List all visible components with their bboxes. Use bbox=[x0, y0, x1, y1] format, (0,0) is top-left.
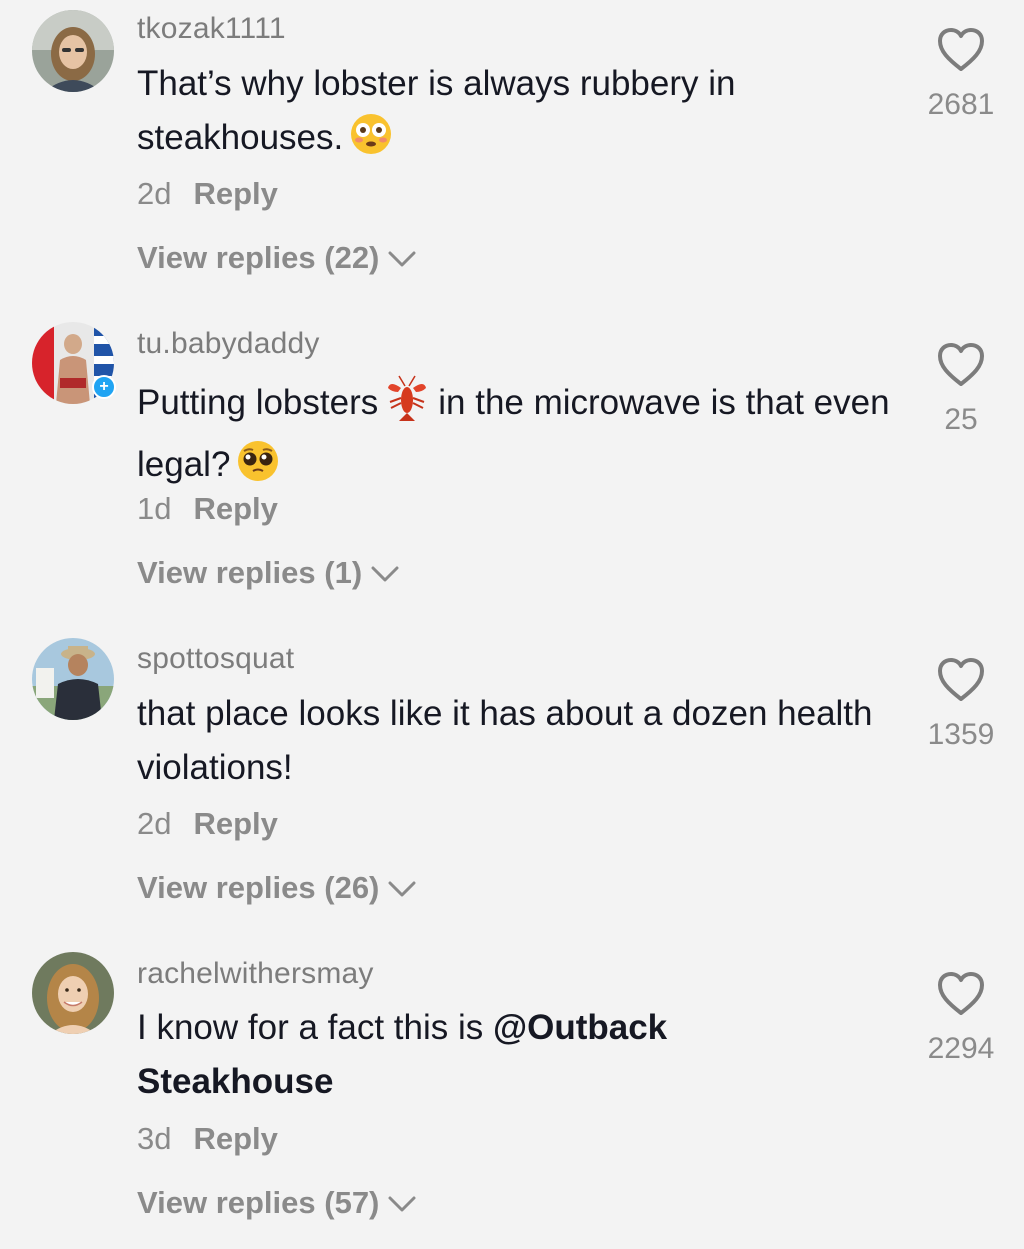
heart-icon bbox=[906, 342, 1016, 393]
like-count: 2294 bbox=[927, 1032, 995, 1065]
chevron-down-icon bbox=[387, 870, 417, 906]
heart-icon bbox=[906, 657, 1016, 708]
comment-username[interactable]: spottosquat bbox=[137, 642, 294, 676]
comment-meta: 3d Reply bbox=[137, 1121, 278, 1157]
comment-body: I know for a fact this is bbox=[137, 1008, 484, 1047]
chevron-down-icon bbox=[387, 240, 417, 276]
reply-button[interactable]: Reply bbox=[193, 491, 277, 526]
lobster-icon bbox=[384, 374, 430, 438]
comment-age: 1d bbox=[137, 491, 172, 526]
comment-text: I know for a fact this is @Outback Steak… bbox=[137, 1001, 737, 1109]
comment-body: that place looks like it has about a doz… bbox=[137, 694, 873, 787]
view-replies-button[interactable]: View replies (57) bbox=[137, 1185, 417, 1221]
chevron-down-icon bbox=[387, 1185, 417, 1221]
reply-button[interactable]: Reply bbox=[193, 806, 277, 841]
comment-meta: 2d Reply bbox=[137, 176, 278, 212]
view-replies-label: View replies (57) bbox=[137, 1185, 380, 1220]
heart-icon bbox=[906, 971, 1016, 1022]
comment-username[interactable]: tu.babydaddy bbox=[137, 327, 320, 361]
view-replies-label: View replies (26) bbox=[137, 870, 380, 905]
avatar[interactable] bbox=[32, 952, 114, 1034]
view-replies-button[interactable]: View replies (26) bbox=[137, 870, 417, 906]
comment-age: 3d bbox=[137, 1121, 172, 1156]
like-button[interactable]: 2294 bbox=[906, 971, 1016, 1066]
comment-body: That’s why lobster is always rubbery in … bbox=[137, 64, 736, 157]
view-replies-button[interactable]: View replies (1) bbox=[137, 555, 400, 591]
reply-button[interactable]: Reply bbox=[193, 176, 277, 211]
view-replies-button[interactable]: View replies (22) bbox=[137, 240, 417, 276]
like-count: 2681 bbox=[927, 88, 995, 121]
pleading-face-icon bbox=[236, 439, 280, 499]
comment-username[interactable]: rachelwithersmay bbox=[137, 957, 374, 991]
avatar[interactable] bbox=[32, 638, 114, 720]
view-replies-label: View replies (22) bbox=[137, 240, 380, 275]
like-button[interactable]: 1359 bbox=[906, 657, 1016, 752]
flushed-face-icon bbox=[349, 112, 393, 172]
comment-age: 2d bbox=[137, 806, 172, 841]
comment-username[interactable]: tkozak1111 bbox=[137, 12, 286, 46]
comment-text: that place looks like it has about a doz… bbox=[137, 687, 907, 795]
view-replies-label: View replies (1) bbox=[137, 555, 363, 590]
verified-badge: + bbox=[92, 375, 116, 399]
comment-text: That’s why lobster is always rubbery in … bbox=[137, 57, 907, 172]
like-button[interactable]: 2681 bbox=[906, 27, 1016, 122]
heart-icon bbox=[906, 27, 1016, 78]
like-button[interactable]: 25 bbox=[906, 342, 1016, 437]
reply-button[interactable]: Reply bbox=[193, 1121, 277, 1156]
like-count: 25 bbox=[944, 403, 978, 436]
avatar[interactable] bbox=[32, 10, 114, 92]
comment-text: Putting lobsters in the microwave is that… bbox=[137, 374, 907, 499]
comment-body-start: Putting lobsters bbox=[137, 383, 379, 422]
comment-meta: 2d Reply bbox=[137, 806, 278, 842]
comment-age: 2d bbox=[137, 176, 172, 211]
like-count: 1359 bbox=[927, 718, 995, 751]
comment-meta: 1d Reply bbox=[137, 491, 278, 527]
chevron-down-icon bbox=[370, 555, 400, 591]
